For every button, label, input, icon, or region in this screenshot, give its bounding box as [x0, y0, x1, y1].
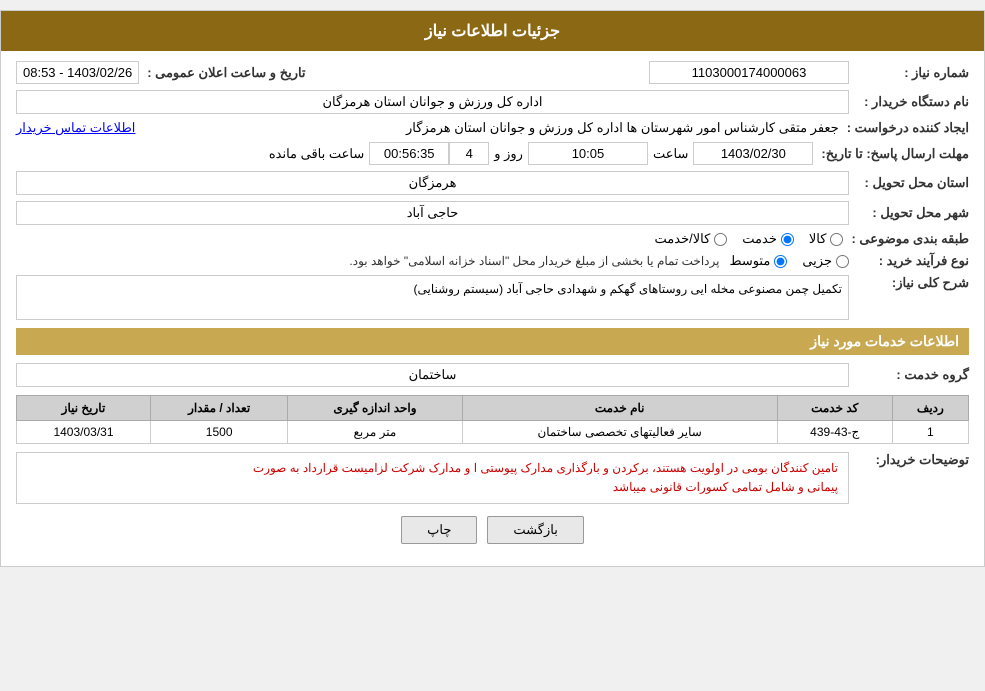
group-value: ساختمان	[16, 363, 849, 387]
col-code: کد خدمت	[777, 396, 892, 421]
province-label: استان محل تحویل :	[849, 175, 969, 191]
category-khedmat-radio[interactable]	[781, 233, 794, 246]
reply-time-label: ساعت	[648, 146, 693, 162]
cell-date: 1403/03/31	[17, 421, 151, 444]
reply-remaining-label: ساعت باقی مانده	[264, 146, 369, 162]
row-group: گروه خدمت : ساختمان	[16, 363, 969, 387]
reply-deadline-label: مهلت ارسال پاسخ: تا تاریخ:	[813, 146, 969, 162]
category-kala-label: کالا	[809, 231, 827, 247]
table-row: 1 ج-43-439 سایر فعالیتهای تخصصی ساختمان …	[17, 421, 969, 444]
row-city: شهر محل تحویل : حاجی آباد	[16, 201, 969, 225]
page-header: جزئیات اطلاعات نیاز	[1, 11, 984, 51]
cell-name: سایر فعالیتهای تخصصی ساختمان	[462, 421, 777, 444]
col-unit: واحد اندازه گیری	[288, 396, 462, 421]
buyer-notes-line1: تامین کنندگان بومی در اولویت هستند، برکر…	[27, 459, 838, 478]
category-kala-radio[interactable]	[830, 233, 843, 246]
row-category: طبقه بندی موضوعی : کالا خدمت کالا/خدمت	[16, 231, 969, 247]
row-need-desc: شرح کلی نیاز:	[16, 275, 969, 320]
category-label: طبقه بندی موضوعی :	[843, 231, 969, 247]
process-note: پرداخت تمام یا بخشی از مبلغ خریدار محل "…	[349, 254, 719, 268]
main-container: جزئیات اطلاعات نیاز شماره نیاز : 1103000…	[0, 10, 985, 567]
cell-code: ج-43-439	[777, 421, 892, 444]
services-table-section: ردیف کد خدمت نام خدمت واحد اندازه گیری ت…	[16, 395, 969, 444]
process-motavasset-label: متوسط	[729, 253, 770, 269]
row-need-number: شماره نیاز : 1103000174000063 تاریخ و سا…	[16, 61, 969, 84]
process-jazei-radio[interactable]	[836, 255, 849, 268]
need-number-value: 1103000174000063	[649, 61, 849, 84]
province-value: هرمزگان	[16, 171, 849, 195]
row-process: نوع فرآیند خرید : جزیی متوسط پرداخت تمام…	[16, 253, 969, 269]
process-radio-group: جزیی متوسط	[729, 253, 849, 269]
col-row: ردیف	[892, 396, 968, 421]
table-header: ردیف کد خدمت نام خدمت واحد اندازه گیری ت…	[17, 396, 969, 421]
row-reply-deadline: مهلت ارسال پاسخ: تا تاریخ: 1403/02/30 سا…	[16, 142, 969, 165]
cell-count: 1500	[150, 421, 287, 444]
services-table: ردیف کد خدمت نام خدمت واحد اندازه گیری ت…	[16, 395, 969, 444]
category-khedmat-label: خدمت	[742, 231, 777, 247]
city-label: شهر محل تحویل :	[849, 205, 969, 221]
category-kala[interactable]: کالا	[809, 231, 844, 247]
button-row: بازگشت چاپ	[16, 516, 969, 544]
buyer-notes-label: توضیحات خریدار:	[849, 452, 969, 468]
col-count: تعداد / مقدار	[150, 396, 287, 421]
announce-date-value: 1403/02/26 - 08:53	[16, 61, 139, 84]
print-button[interactable]: چاپ	[401, 516, 477, 544]
process-jazei-label: جزیی	[802, 253, 832, 269]
need-number-label: شماره نیاز :	[849, 65, 969, 81]
category-kala-khedmat-radio[interactable]	[714, 233, 727, 246]
process-motavasset-radio[interactable]	[774, 255, 787, 268]
reply-day-label: روز و	[489, 146, 528, 162]
process-jazei[interactable]: جزیی	[802, 253, 849, 269]
creator-link[interactable]: اطلاعات تماس خریدار	[16, 120, 135, 136]
category-kala-khedmat[interactable]: کالا/خدمت	[655, 231, 728, 247]
buyer-org-label: نام دستگاه خریدار :	[849, 94, 969, 110]
reply-day: 4	[449, 142, 489, 165]
buyer-notes-line2: پیمانی و شامل تمامی کسورات قانونی میباشد	[27, 478, 838, 497]
cell-unit: متر مربع	[288, 421, 462, 444]
need-desc-label: شرح کلی نیاز:	[849, 275, 969, 291]
row-creator: ایجاد کننده درخواست : جعفر متقی کارشناس …	[16, 120, 969, 136]
creator-value: جعفر متقی کارشناس امور شهرستان ها اداره …	[135, 120, 838, 136]
col-name: نام خدمت	[462, 396, 777, 421]
col-date: تاریخ نیاز	[17, 396, 151, 421]
city-value: حاجی آباد	[16, 201, 849, 225]
reply-remaining: 00:56:35	[369, 142, 449, 165]
category-kala-khedmat-label: کالا/خدمت	[655, 231, 711, 247]
row-buyer-org: نام دستگاه خریدار : اداره کل ورزش و جوان…	[16, 90, 969, 114]
reply-date: 1403/02/30	[693, 142, 813, 165]
reply-time: 10:05	[528, 142, 648, 165]
buyer-notes-box: تامین کنندگان بومی در اولویت هستند، برکر…	[16, 452, 849, 504]
buyer-org-value: اداره کل ورزش و جوانان استان هرمزگان	[16, 90, 849, 114]
table-body: 1 ج-43-439 سایر فعالیتهای تخصصی ساختمان …	[17, 421, 969, 444]
need-desc-textarea[interactable]	[16, 275, 849, 320]
cell-row: 1	[892, 421, 968, 444]
creator-label: ایجاد کننده درخواست :	[839, 120, 969, 136]
page-title: جزئیات اطلاعات نیاز	[425, 23, 560, 40]
category-khedmat[interactable]: خدمت	[742, 231, 794, 247]
process-motavasset[interactable]: متوسط	[729, 253, 787, 269]
category-radio-group: کالا خدمت کالا/خدمت	[655, 231, 844, 247]
content-area: شماره نیاز : 1103000174000063 تاریخ و سا…	[1, 51, 984, 566]
row-buyer-notes: توضیحات خریدار: تامین کنندگان بومی در او…	[16, 452, 969, 504]
back-button[interactable]: بازگشت	[487, 516, 583, 544]
services-section-header: اطلاعات خدمات مورد نیاز	[16, 328, 969, 355]
process-label: نوع فرآیند خرید :	[849, 253, 969, 269]
row-province: استان محل تحویل : هرمزگان	[16, 171, 969, 195]
group-label: گروه خدمت :	[849, 367, 969, 383]
announce-date-label: تاریخ و ساعت اعلان عمومی :	[139, 65, 305, 81]
